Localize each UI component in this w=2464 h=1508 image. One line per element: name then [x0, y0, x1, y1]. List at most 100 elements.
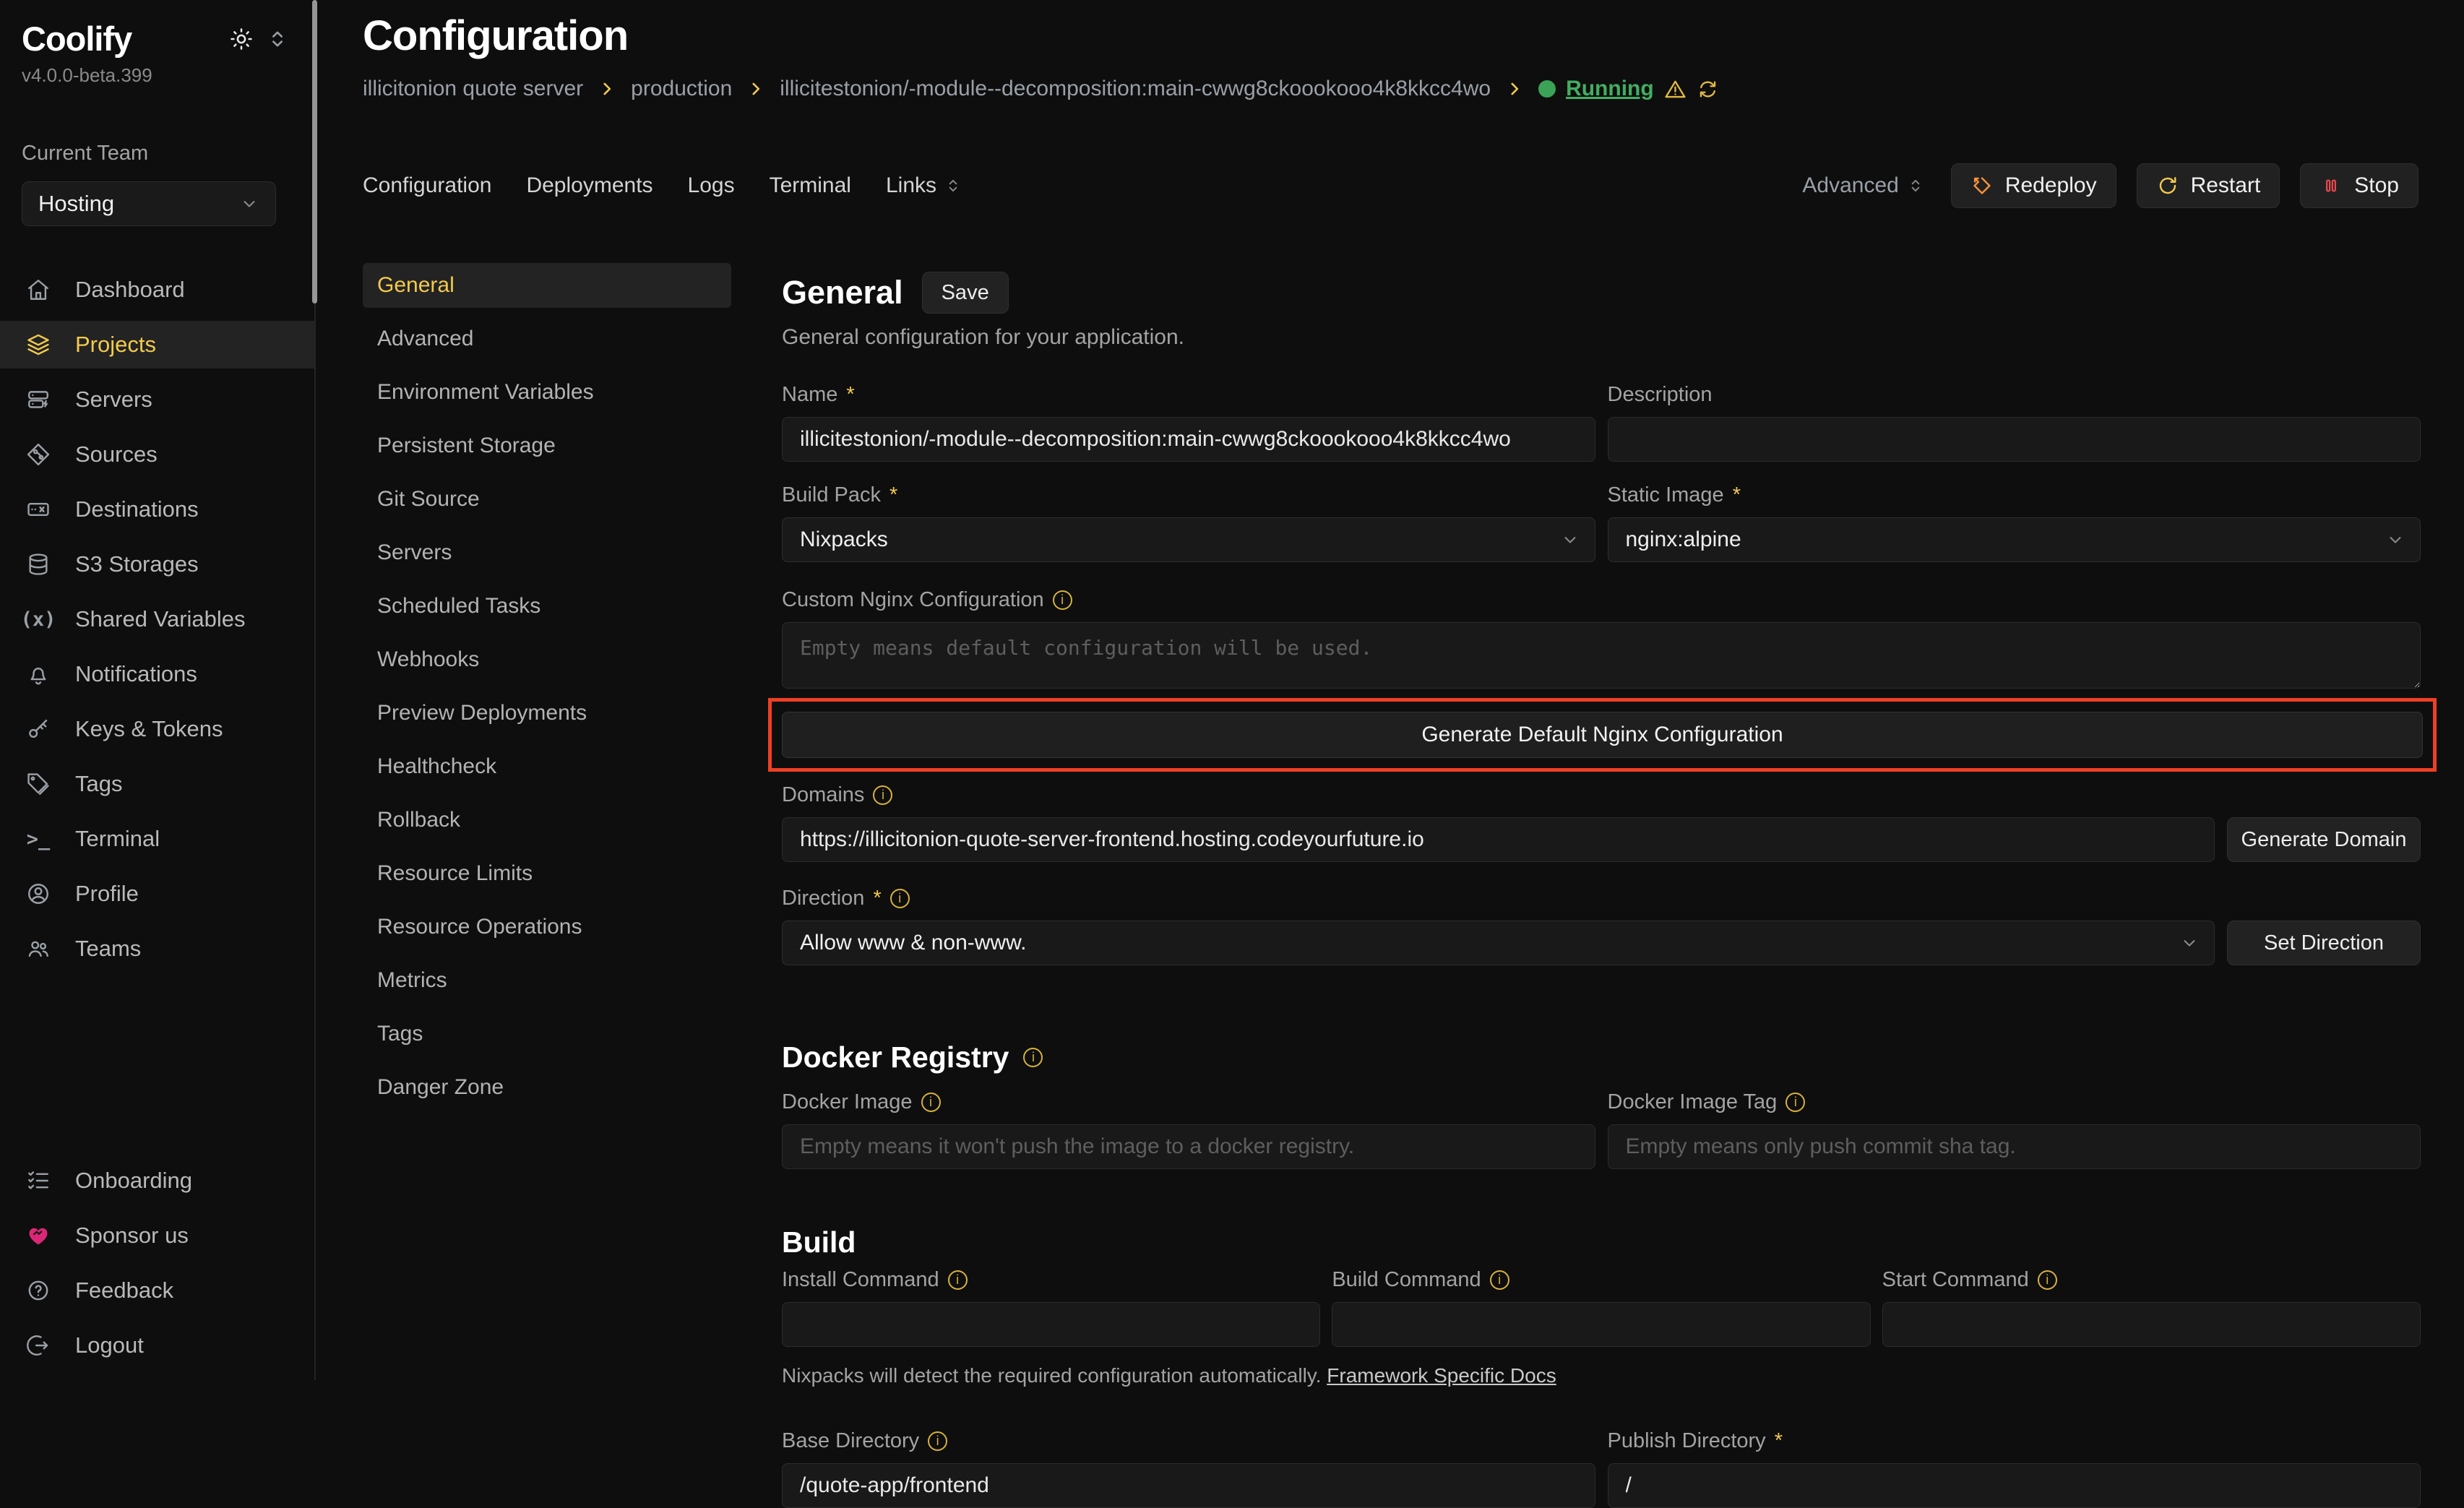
tabs: Configuration Deployments Logs Terminal … — [363, 173, 962, 198]
sidebar-item-sources[interactable]: Sources — [22, 427, 314, 482]
chevrons-up-down-icon[interactable] — [265, 27, 290, 51]
chevron-down-icon — [2179, 933, 2200, 953]
info-icon[interactable]: i — [1023, 1048, 1043, 1067]
stop-button[interactable]: Stop — [2300, 163, 2418, 208]
tab-deployments[interactable]: Deployments — [526, 173, 652, 198]
layers-icon — [26, 332, 51, 357]
name-input[interactable] — [782, 417, 1595, 462]
sidebar-item-keys-tokens[interactable]: Keys & Tokens — [22, 702, 314, 757]
subnav-item-scheduled-tasks[interactable]: Scheduled Tasks — [363, 584, 731, 629]
status-running-link[interactable]: Running — [1566, 77, 1654, 101]
breadcrumb: illicitonion quote server production ill… — [363, 77, 2421, 101]
general-form: General Save General configuration for y… — [782, 263, 2421, 1508]
subnav-item-git-source[interactable]: Git Source — [363, 477, 731, 522]
info-icon[interactable]: i — [890, 889, 910, 908]
info-icon[interactable]: i — [921, 1093, 941, 1112]
docker-image-input[interactable] — [782, 1124, 1595, 1169]
subnav-item-healthcheck[interactable]: Healthcheck — [363, 744, 731, 789]
sidebar-item-sponsor-us[interactable]: Sponsor us — [22, 1208, 314, 1263]
subnav-item-danger-zone[interactable]: Danger Zone — [363, 1065, 731, 1110]
sidebar-item-shared-variables[interactable]: (x) Shared Variables — [22, 592, 314, 647]
description-input[interactable] — [1608, 417, 2421, 462]
team-select[interactable]: Hosting — [22, 181, 276, 226]
theme-toggle-sun-icon[interactable] — [229, 27, 254, 51]
sidebar-item-onboarding[interactable]: Onboarding — [22, 1153, 314, 1208]
sidebar-scrollbar-thumb[interactable] — [312, 0, 317, 303]
refresh-icon[interactable] — [1697, 78, 1719, 100]
sidebar-item-label: Sources — [75, 441, 158, 468]
info-icon[interactable]: i — [1490, 1270, 1509, 1290]
info-icon[interactable]: i — [1053, 590, 1072, 610]
sidebar-item-label: Servers — [75, 387, 152, 413]
sidebar-item-teams[interactable]: Teams — [22, 921, 314, 976]
restart-button[interactable]: Restart — [2137, 163, 2280, 208]
start-command-input[interactable] — [1882, 1302, 2421, 1347]
current-team-label: Current Team — [22, 142, 314, 165]
subnav-item-resource-operations[interactable]: Resource Operations — [363, 905, 731, 949]
redeploy-button[interactable]: Redeploy — [1951, 163, 2116, 208]
breadcrumb-application[interactable]: illicitestonion/-module--decomposition:m… — [780, 77, 1491, 101]
info-icon[interactable]: i — [2038, 1270, 2057, 1290]
custom-nginx-textarea[interactable] — [782, 622, 2421, 689]
save-button[interactable]: Save — [922, 272, 1009, 314]
subnav-item-persistent-storage[interactable]: Persistent Storage — [363, 423, 731, 468]
sidebar-item-dashboard[interactable]: Dashboard — [22, 262, 314, 317]
install-command-input[interactable] — [782, 1302, 1320, 1347]
framework-docs-link[interactable]: Framework Specific Docs — [1327, 1364, 1556, 1387]
sidebar-item-s3-storages[interactable]: S3 Storages — [22, 537, 314, 592]
base-directory-input[interactable] — [782, 1463, 1595, 1508]
sidebar-item-notifications[interactable]: Notifications — [22, 647, 314, 702]
subnav-item-advanced[interactable]: Advanced — [363, 316, 731, 361]
subnav-item-tags[interactable]: Tags — [363, 1012, 731, 1056]
build-command-input[interactable] — [1332, 1302, 1870, 1347]
sidebar-item-servers[interactable]: Servers — [22, 372, 314, 427]
page-header: Configuration illicitonion quote server … — [317, 0, 2464, 101]
subnav-item-environment-variables[interactable]: Environment Variables — [363, 370, 731, 415]
sidebar-item-destinations[interactable]: Destinations — [22, 482, 314, 537]
advanced-dropdown[interactable]: Advanced — [1802, 173, 1924, 198]
status: Running — [1538, 77, 1719, 101]
publish-directory-input[interactable] — [1608, 1463, 2421, 1508]
breadcrumb-project[interactable]: illicitonion quote server — [363, 77, 583, 101]
subnav-item-servers[interactable]: Servers — [363, 530, 731, 575]
sidebar-item-label: Feedback — [75, 1278, 173, 1304]
domains-input[interactable] — [782, 817, 2215, 862]
subnav-item-webhooks[interactable]: Webhooks — [363, 637, 731, 682]
warning-triangle-icon[interactable] — [1664, 78, 1687, 100]
subnav-item-preview-deployments[interactable]: Preview Deployments — [363, 691, 731, 736]
tab-logs[interactable]: Logs — [688, 173, 735, 198]
generate-domain-button[interactable]: Generate Domain — [2227, 817, 2421, 862]
subnav-item-resource-limits[interactable]: Resource Limits — [363, 851, 731, 896]
build-pack-select[interactable]: Nixpacks — [782, 517, 1595, 562]
static-image-select[interactable]: nginx:alpine — [1608, 517, 2421, 562]
sidebar-item-label: Dashboard — [75, 277, 185, 303]
sidebar-item-projects[interactable]: Projects — [22, 317, 314, 372]
sidebar-item-terminal[interactable]: >_ Terminal — [22, 811, 314, 866]
tab-configuration[interactable]: Configuration — [363, 173, 491, 198]
info-icon[interactable]: i — [948, 1270, 968, 1290]
info-icon[interactable]: i — [1785, 1093, 1805, 1112]
sidebar-item-tags[interactable]: Tags — [22, 757, 314, 811]
subnav-item-general[interactable]: General — [363, 263, 731, 308]
static-image-value: nginx:alpine — [1626, 527, 1741, 552]
content: General Advanced Environment Variables P… — [317, 208, 2464, 1508]
sidebar-item-profile[interactable]: Profile — [22, 866, 314, 921]
set-direction-button[interactable]: Set Direction — [2227, 921, 2421, 965]
annotation-highlight-box: Generate Default Nginx Configuration — [768, 698, 2437, 772]
tab-terminal[interactable]: Terminal — [770, 173, 851, 198]
build-pack-value: Nixpacks — [800, 527, 888, 552]
tab-links[interactable]: Links — [886, 173, 962, 198]
docker-image-tag-input[interactable] — [1608, 1124, 2421, 1169]
direction-select[interactable]: Allow www & non-www. — [782, 921, 2215, 965]
subnav-item-metrics[interactable]: Metrics — [363, 958, 731, 1003]
sidebar-item-logout[interactable]: Logout — [22, 1318, 314, 1373]
redeploy-icon — [1970, 174, 1994, 197]
breadcrumb-environment[interactable]: production — [631, 77, 732, 101]
sidebar-item-feedback[interactable]: Feedback — [22, 1263, 314, 1318]
subnav-item-rollback[interactable]: Rollback — [363, 798, 731, 843]
info-icon[interactable]: i — [873, 785, 892, 805]
required-mark: * — [1775, 1429, 1783, 1453]
build-heading: Build — [782, 1225, 2421, 1259]
generate-nginx-config-button[interactable]: Generate Default Nginx Configuration — [782, 712, 2423, 758]
info-icon[interactable]: i — [928, 1431, 947, 1451]
